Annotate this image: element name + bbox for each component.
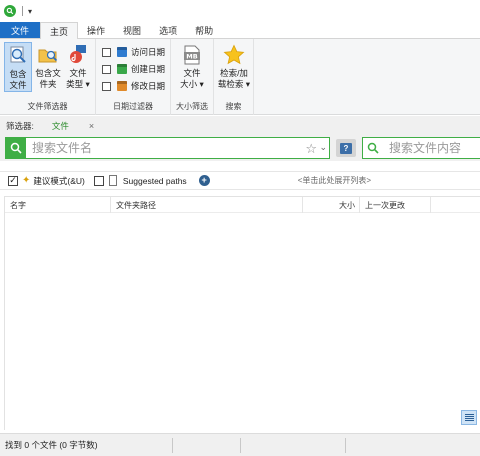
date-filter-group-label: 日期过滤器 [113, 102, 153, 111]
filter-bar: 筛选器: 文件 × [0, 116, 480, 135]
add-path-icon[interactable]: + [198, 175, 210, 186]
access-date-calendar-icon [117, 47, 127, 57]
details-view-icon[interactable] [461, 410, 477, 425]
favorite-star-icon[interactable]: ☆ [305, 141, 317, 157]
filename-search-box: ☆ ⌄ [5, 137, 330, 159]
saved-search-button[interactable]: 检索/加 载检索 ▾ [216, 42, 252, 90]
created-date-filter[interactable]: 创建日期 [102, 63, 165, 75]
file-size-mb-icon: MB [181, 44, 203, 66]
file-type-icon [67, 44, 89, 66]
filename-search-input[interactable] [26, 139, 296, 157]
search-help-button[interactable]: ? [336, 139, 356, 157]
file-filter-group: 包含 文件 包含文 件夹 文件 类型 ▾ 文件筛选器 [0, 39, 96, 115]
tab-options[interactable]: 选项 [150, 22, 186, 38]
access-date-label: 访问日期 [131, 47, 166, 57]
created-date-calendar-icon [117, 64, 127, 74]
chevron-down-icon[interactable]: ⌄ [319, 142, 327, 153]
filter-tab-files[interactable]: 文件 [52, 120, 69, 132]
status-bar: 找到 0 个文件 (0 字节数) [0, 433, 480, 456]
file-size-line2: 大小 ▾ [180, 79, 204, 89]
document-icon [108, 175, 117, 186]
status-separator [345, 438, 346, 453]
content-search-box [362, 137, 480, 159]
tab-file[interactable]: 文件 [0, 22, 41, 38]
column-header-name[interactable]: 名字 [5, 197, 111, 213]
tab-actions[interactable]: 操作 [78, 22, 114, 38]
suggested-paths-checkbox[interactable] [93, 175, 104, 186]
ribbon-tabs: 文件 主页 操作 视图 选项 帮助 [0, 22, 480, 39]
quick-access-separator [22, 6, 23, 16]
modified-date-filter[interactable]: 修改日期 [102, 80, 165, 92]
table-header: 名字 文件夹路径 大小 上一次更改 [5, 197, 480, 213]
tab-home[interactable]: 主页 [40, 22, 79, 39]
file-type-line1: 文件 [69, 68, 87, 78]
saved-search-line1: 检索/加 [220, 68, 248, 78]
created-date-checkbox[interactable] [102, 64, 111, 74]
date-filter-group: 访问日期 创建日期 修改日期 日期过滤器 [96, 39, 171, 115]
quick-access-menu-icon[interactable]: ▾ [28, 7, 32, 16]
size-filter-group: MB 文件 大小 ▾ 大小筛选 [171, 39, 214, 115]
suggest-mode-icon: ✦ [22, 175, 31, 186]
size-filter-group-label: 大小筛选 [176, 102, 208, 111]
content-search-icon[interactable] [363, 138, 383, 158]
help-icon: ? [340, 142, 352, 154]
filter-label: 筛选器: [6, 120, 34, 131]
modified-date-label: 修改日期 [131, 81, 166, 91]
column-header-folder-path[interactable]: 文件夹路径 [111, 197, 303, 213]
search-row: ☆ ⌄ ? [0, 135, 480, 161]
file-type-line2: 类型 ▾ [66, 79, 90, 89]
content-search-input[interactable] [383, 139, 479, 157]
suggest-mode-label[interactable]: 建议模式(&U) [33, 175, 84, 187]
created-date-label: 创建日期 [131, 64, 166, 74]
file-size-button[interactable]: MB 文件 大小 ▾ [176, 42, 208, 90]
app-logo-icon [4, 5, 16, 17]
filter-close-icon[interactable]: × [89, 121, 94, 131]
access-date-filter[interactable]: 访问日期 [102, 46, 165, 58]
column-header-modified[interactable]: 上一次更改 [360, 197, 431, 213]
file-type-button[interactable]: 文件 类型 ▾ [63, 42, 93, 90]
search-group-label: 搜索 [225, 102, 242, 111]
include-folders-button[interactable]: 包含文 件夹 [33, 42, 63, 90]
suggested-paths-label[interactable]: Suggested paths [123, 176, 187, 186]
results-table: 名字 文件夹路径 大小 上一次更改 [4, 196, 480, 430]
file-size-line1: 文件 [183, 68, 201, 78]
ribbon: 包含 文件 包含文 件夹 文件 类型 ▾ 文件筛选器 访问日期 创建日期 修改日… [0, 39, 480, 115]
suggest-mode-checkbox[interactable]: ✓ [8, 175, 18, 186]
include-files-line2: 文件 [9, 80, 27, 90]
column-header-size[interactable]: 大小 [303, 197, 360, 213]
access-date-checkbox[interactable] [102, 47, 111, 57]
star-icon [223, 44, 245, 66]
modified-date-calendar-icon [117, 81, 127, 91]
expand-list-hint[interactable]: <单击此处展开列表> [298, 175, 371, 186]
search-group: 检索/加 载检索 ▾ 搜索 [214, 39, 254, 115]
modified-date-checkbox[interactable] [102, 81, 111, 91]
mb-badge-text: MB [186, 53, 197, 61]
saved-search-line2: 载检索 ▾ [217, 79, 251, 89]
title-bar: ▾ [0, 0, 480, 22]
tab-help[interactable]: 帮助 [186, 22, 222, 38]
include-folders-line2: 件夹 [39, 79, 57, 89]
include-files-line1: 包含 [9, 69, 27, 79]
search-icon[interactable] [6, 138, 26, 158]
tab-view[interactable]: 视图 [114, 22, 150, 38]
magnifier-document-icon [7, 45, 29, 67]
folder-search-icon [37, 44, 59, 66]
status-text: 找到 0 个文件 (0 字节数) [5, 440, 98, 450]
status-separator [172, 438, 173, 453]
file-filter-group-label: 文件筛选器 [27, 102, 68, 111]
include-files-button[interactable]: 包含 文件 [4, 42, 32, 92]
options-row: ✓ ✦ 建议模式(&U) Suggested paths + <单击此处展开列表… [0, 171, 480, 190]
include-folders-line1: 包含文 [35, 68, 61, 78]
status-separator [240, 438, 241, 453]
